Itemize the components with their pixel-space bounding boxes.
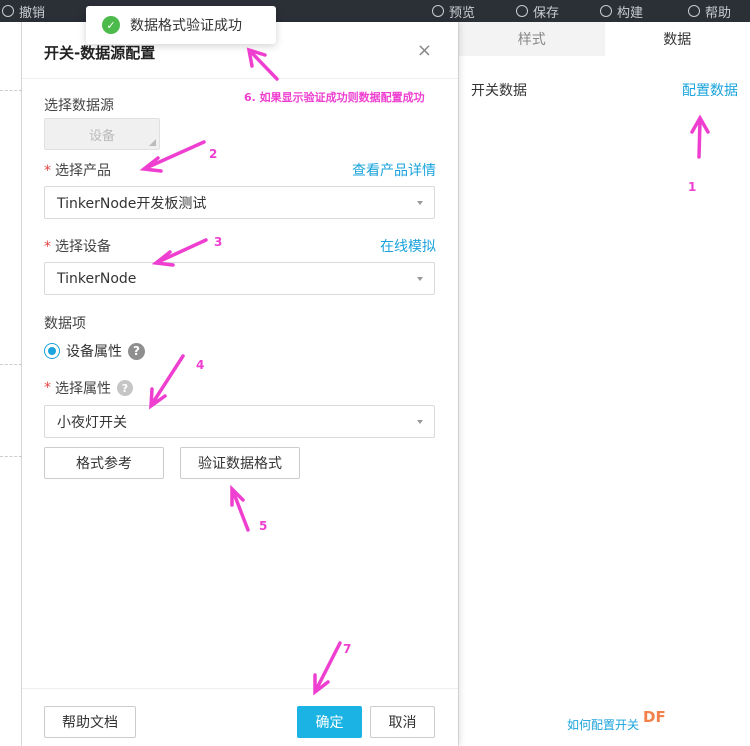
- online-simulate-link[interactable]: 在线模拟: [380, 236, 436, 256]
- product-label-text: 选择产品: [55, 163, 111, 179]
- caret-down-icon: [417, 201, 423, 205]
- watermark-logo: DF: [643, 708, 666, 726]
- annotation-4: 4: [196, 358, 205, 372]
- toolbar-build-label: 构建: [617, 5, 644, 21]
- tab-data[interactable]: 数据: [604, 22, 750, 56]
- product-label: * 选择产品: [44, 160, 111, 180]
- property-label: * 选择属性?: [44, 378, 133, 398]
- toolbar-save-label: 保存: [533, 5, 560, 21]
- save-icon: [516, 5, 528, 17]
- device-label: * 选择设备: [44, 236, 111, 256]
- device-select[interactable]: TinkerNode: [44, 262, 435, 295]
- toolbar-undo[interactable]: 撤销: [2, 0, 45, 22]
- source-device-label: 设备: [88, 128, 115, 144]
- how-to-config-link[interactable]: 如何配置开关: [567, 716, 639, 733]
- switch-data-row: 开关数据 配置数据: [471, 80, 738, 100]
- help-icon: [688, 5, 700, 17]
- toolbar-help-label: 帮助: [705, 5, 732, 21]
- toolbar-save[interactable]: 保存: [516, 0, 559, 22]
- caret-down-icon: [417, 277, 423, 281]
- tab-style[interactable]: 样式: [459, 22, 605, 56]
- toolbar-preview[interactable]: 预览: [432, 0, 475, 22]
- canvas-background: [0, 22, 22, 746]
- required-mark: *: [44, 380, 51, 396]
- toast-text: 数据格式验证成功: [130, 18, 242, 34]
- verify-format-button[interactable]: 验证数据格式: [180, 447, 300, 479]
- product-select-value: TinkerNode开发板测试: [57, 195, 207, 212]
- annotation-7: 7: [343, 642, 352, 656]
- selected-corner-icon: [149, 139, 156, 146]
- question-icon[interactable]: ?: [128, 342, 145, 360]
- radio-selected-icon: [44, 343, 60, 359]
- config-data-link[interactable]: 配置数据: [682, 80, 738, 100]
- device-label-text: 选择设备: [55, 239, 111, 255]
- required-mark: *: [44, 163, 51, 179]
- property-tabs: 样式 数据: [459, 22, 750, 56]
- help-doc-button[interactable]: 帮助文档: [44, 706, 136, 738]
- device-property-radio-label: 设备属性: [66, 344, 122, 360]
- dialog-title: 开关-数据源配置: [44, 44, 156, 62]
- cancel-button[interactable]: 取消: [370, 706, 435, 738]
- undo-icon: [2, 5, 14, 17]
- toolbar-preview-label: 预览: [449, 5, 476, 21]
- canvas-divider: [0, 456, 22, 457]
- device-select-value: TinkerNode: [57, 270, 137, 287]
- canvas-divider: [0, 90, 22, 91]
- product-select[interactable]: TinkerNode开发板测试: [44, 186, 435, 219]
- question-icon[interactable]: ?: [117, 380, 133, 396]
- format-reference-button[interactable]: 格式参考: [44, 447, 164, 479]
- required-mark: *: [44, 239, 51, 255]
- confirm-button[interactable]: 确定: [297, 706, 362, 738]
- property-panel: 样式 数据 开关数据 配置数据 如何配置开关 DF: [458, 22, 750, 746]
- dialog-header-divider: [22, 78, 458, 79]
- property-select[interactable]: 小夜灯开关: [44, 405, 435, 438]
- annotation-3: 3: [214, 235, 223, 249]
- caret-down-icon: [417, 420, 423, 424]
- source-label: 选择数据源: [44, 98, 114, 114]
- preview-icon: [432, 5, 444, 17]
- switch-data-label: 开关数据: [471, 83, 527, 99]
- device-property-radio[interactable]: 设备属性 ?: [44, 341, 145, 361]
- annotation-6: 6. 如果显示验证成功则数据配置成功: [244, 91, 425, 104]
- annotation-5: 5: [259, 519, 268, 533]
- toolbar-undo-label: 撤销: [19, 5, 46, 21]
- success-toast: ✓ 数据格式验证成功: [86, 6, 276, 44]
- source-device-button[interactable]: 设备: [44, 118, 160, 150]
- property-select-value: 小夜灯开关: [57, 414, 127, 431]
- data-item-label: 数据项: [44, 316, 86, 332]
- property-label-text: 选择属性: [55, 381, 111, 397]
- toolbar-help[interactable]: 帮助: [688, 0, 731, 22]
- check-circle-icon: ✓: [102, 16, 120, 34]
- product-detail-link[interactable]: 查看产品详情: [352, 160, 436, 180]
- close-icon[interactable]: ×: [417, 40, 432, 61]
- annotation-1: 1: [688, 180, 697, 194]
- datasource-config-dialog: 开关-数据源配置 × 选择数据源 设备 * 选择产品 查看产品详情 TinkerN…: [22, 22, 458, 746]
- annotation-2: 2: [209, 147, 218, 161]
- toolbar-build[interactable]: 构建: [600, 0, 643, 22]
- dialog-footer-divider: [22, 688, 458, 689]
- canvas-divider: [0, 364, 22, 365]
- build-icon: [600, 5, 612, 17]
